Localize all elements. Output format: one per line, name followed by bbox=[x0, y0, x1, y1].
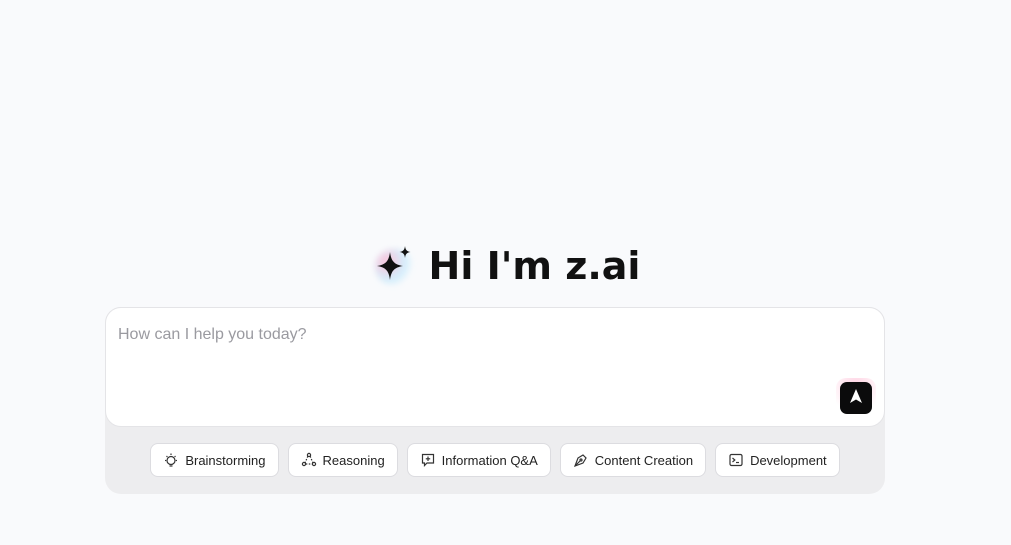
suggestion-chips: Brainstorming Reasoning Information Q&A … bbox=[105, 443, 885, 479]
terminal-icon bbox=[728, 452, 744, 468]
nodes-icon bbox=[301, 452, 317, 468]
chip-development[interactable]: Development bbox=[715, 443, 840, 477]
message-input[interactable] bbox=[118, 320, 818, 350]
lightbulb-icon bbox=[163, 452, 179, 468]
send-arrow-icon bbox=[848, 388, 864, 409]
greeting-header: Hi I'm z.ai bbox=[0, 240, 1011, 292]
sparkle-icon bbox=[371, 243, 417, 289]
composer-box bbox=[105, 307, 885, 427]
send-button-wrap bbox=[836, 378, 876, 418]
chip-label: Brainstorming bbox=[185, 452, 266, 468]
chip-content-creation[interactable]: Content Creation bbox=[559, 443, 707, 477]
chip-brainstorming[interactable]: Brainstorming bbox=[150, 443, 279, 477]
chip-label: Content Creation bbox=[594, 452, 694, 468]
chip-label: Development bbox=[750, 452, 827, 468]
send-button[interactable] bbox=[840, 382, 872, 414]
chip-reasoning[interactable]: Reasoning bbox=[287, 443, 398, 477]
chat-plus-icon bbox=[420, 452, 436, 468]
chip-label: Information Q&A bbox=[441, 452, 538, 468]
chip-information-qa[interactable]: Information Q&A bbox=[406, 443, 551, 477]
greeting-title: Hi I'm z.ai bbox=[428, 244, 641, 288]
page: Hi I'm z.ai How can I help you today? Br… bbox=[0, 0, 1011, 545]
composer-container: Brainstorming Reasoning bbox=[105, 307, 885, 494]
chip-label: Reasoning bbox=[322, 452, 385, 468]
pen-nib-icon bbox=[573, 452, 589, 468]
